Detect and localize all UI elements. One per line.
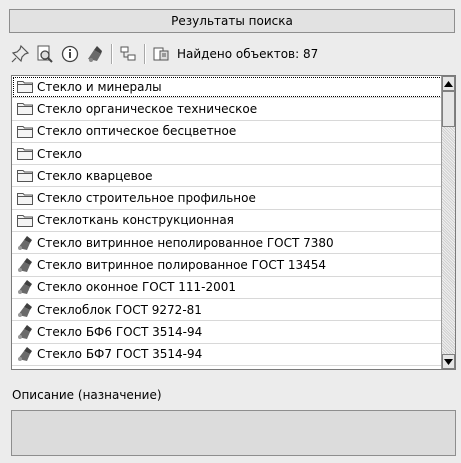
list-item[interactable]: Стеклоблок ГОСТ 9272-81 bbox=[12, 299, 443, 322]
list-item-label: Стеклоблок ГОСТ 9272-81 bbox=[37, 302, 202, 317]
list-item-label: Стекло кварцевое bbox=[37, 168, 153, 183]
list-item-label: Стекло витринное полированное ГОСТ 13454 bbox=[37, 258, 327, 273]
material-icon bbox=[16, 235, 34, 251]
list-item-label: Стекло оптическое бесцветное bbox=[37, 124, 237, 139]
list-item[interactable]: Стекло строительное профильное bbox=[12, 187, 443, 210]
found-count: Найдено объектов: 87 bbox=[177, 46, 319, 61]
list-item[interactable]: Стекло bbox=[12, 143, 443, 166]
arrow-up-icon bbox=[444, 80, 453, 87]
material-icon bbox=[16, 279, 34, 295]
list-item[interactable]: Стекло оптическое бесцветное bbox=[12, 121, 443, 143]
list-item[interactable]: Стекло оконное ГОСТ 111-2001 bbox=[12, 277, 443, 299]
pin-add-icon[interactable] bbox=[9, 43, 31, 65]
list-item-label: Стекло БФ6 ГОСТ 3514-94 bbox=[37, 324, 203, 339]
folder-icon bbox=[16, 212, 34, 228]
material-icon bbox=[16, 346, 34, 362]
folder-icon bbox=[16, 190, 34, 206]
list-item-label: Стекло витринное неполированное ГОСТ 738… bbox=[37, 235, 334, 250]
export-icon[interactable] bbox=[150, 43, 172, 65]
list-item-label: Стекло БФ7 ГОСТ 3514-94 bbox=[37, 347, 203, 362]
list-item-label: Стекло и минералы bbox=[37, 79, 162, 94]
toolbar: Найдено объектов: 87 bbox=[9, 39, 455, 68]
toolbar-separator bbox=[111, 43, 113, 64]
list-item[interactable]: Стеклоткань конструкционная bbox=[12, 210, 443, 233]
material-icon bbox=[16, 257, 34, 273]
description-field[interactable] bbox=[11, 410, 456, 456]
panel-title: Результаты поиска bbox=[9, 9, 455, 33]
list-item[interactable]: Стекло витринное неполированное ГОСТ 738… bbox=[12, 232, 443, 255]
material-icon bbox=[16, 302, 34, 318]
list-item-label: Стекло органическое техническое bbox=[37, 101, 258, 116]
list-item[interactable]: Стекло органическое техническое bbox=[12, 98, 443, 121]
list-item[interactable]: Стекло БФ6 ГОСТ 3514-94 bbox=[12, 321, 443, 344]
list-item[interactable]: Стекло и минералы bbox=[12, 76, 443, 99]
material-icon bbox=[16, 324, 34, 340]
list-item[interactable]: Стекло кварцевое bbox=[12, 165, 443, 188]
info-icon[interactable] bbox=[59, 43, 81, 65]
search-results-panel: Результаты поиска Найдено объектов: 87 С… bbox=[0, 0, 461, 463]
folder-icon bbox=[16, 79, 34, 95]
vertical-scrollbar[interactable] bbox=[441, 76, 455, 369]
folder-icon bbox=[16, 101, 34, 117]
arrow-down-icon bbox=[444, 358, 453, 365]
toolbar-separator bbox=[144, 43, 146, 64]
folder-icon bbox=[16, 146, 34, 162]
list-item-label: Стекло bbox=[37, 146, 83, 161]
list-item[interactable]: Стекло БФ7 ГОСТ 3514-94 bbox=[12, 344, 443, 366]
list-item-label: Стеклоткань конструкционная bbox=[37, 213, 234, 228]
preview-icon[interactable] bbox=[34, 43, 56, 65]
scroll-thumb[interactable] bbox=[442, 91, 455, 127]
material-icon[interactable] bbox=[84, 43, 106, 65]
folder-icon bbox=[16, 168, 34, 184]
description-label: Описание (назначение) bbox=[12, 388, 162, 402]
list-item[interactable]: Стекло витринное полированное ГОСТ 13454 bbox=[12, 254, 443, 277]
scroll-up-button[interactable] bbox=[442, 76, 455, 91]
scroll-down-button[interactable] bbox=[442, 354, 455, 369]
results-list[interactable]: Стекло и минералы Стекло органическое тех… bbox=[11, 75, 456, 370]
tree-icon[interactable] bbox=[117, 43, 139, 65]
folder-icon bbox=[16, 123, 34, 139]
list-item-label: Стекло оконное ГОСТ 111-2001 bbox=[37, 280, 237, 295]
list-item-label: Стекло строительное профильное bbox=[37, 191, 256, 206]
